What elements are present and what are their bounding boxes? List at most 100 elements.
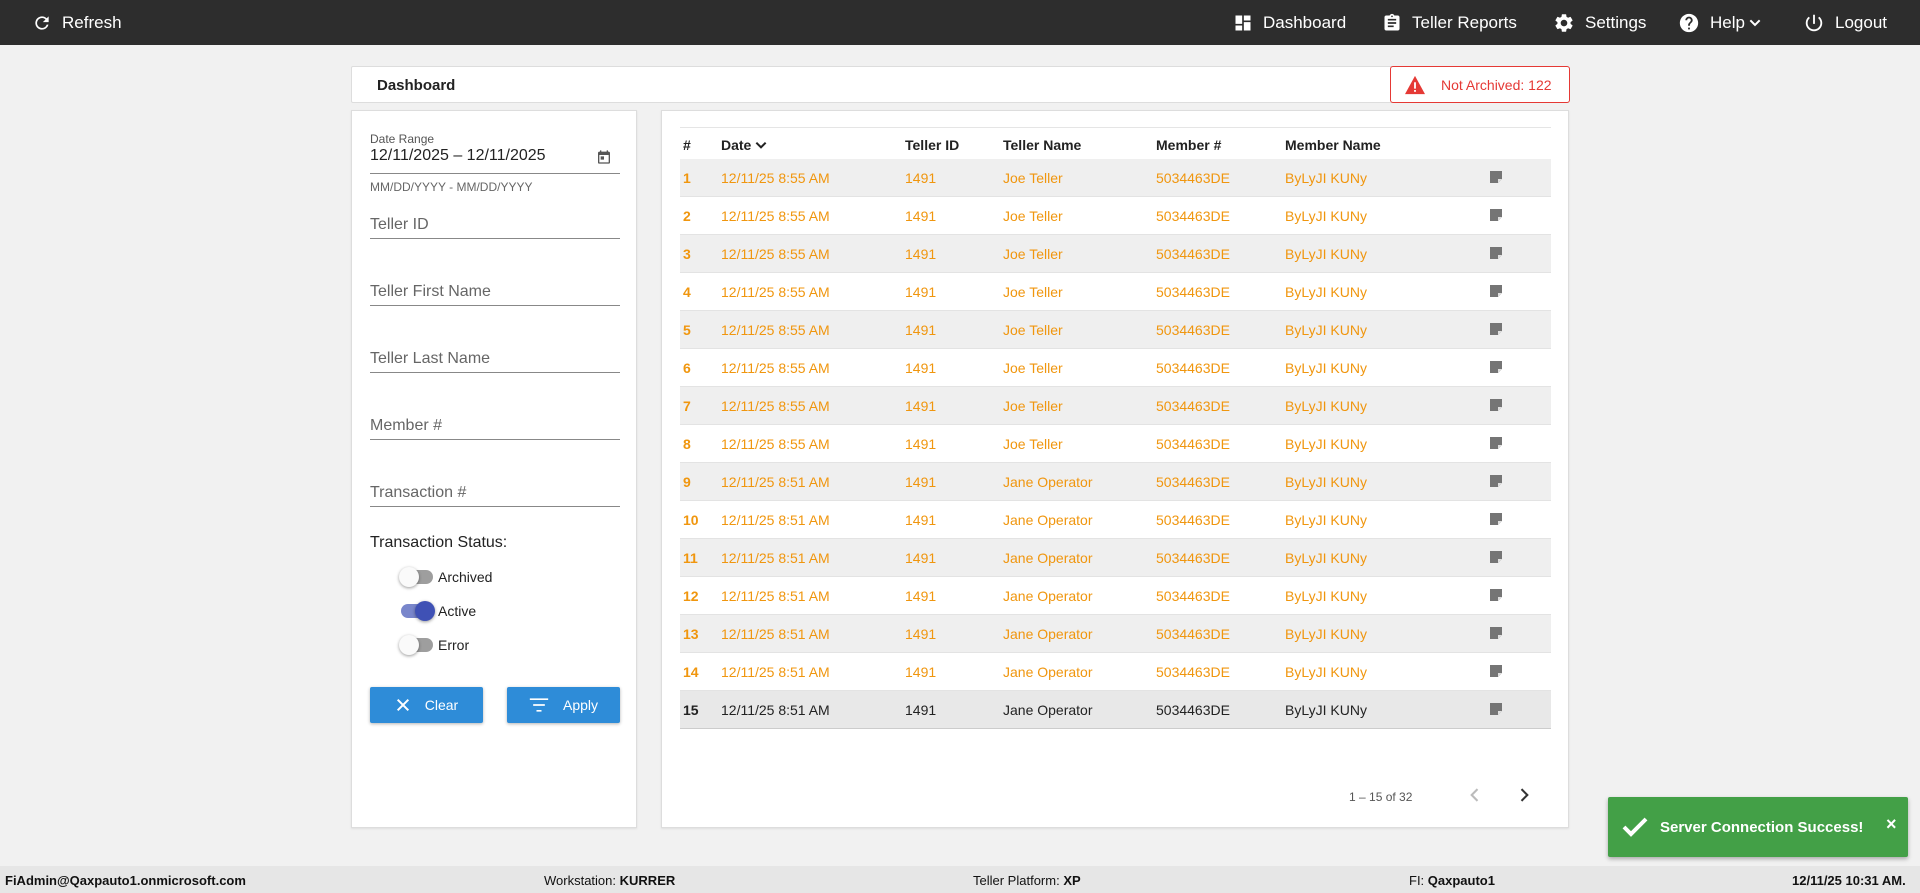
table-row[interactable]: 10 12/11/25 8:51 AM 1491 Jane Operator 50344… bbox=[680, 501, 1551, 539]
error-toggle[interactable] bbox=[399, 635, 435, 655]
logout-button[interactable]: Logout bbox=[1803, 0, 1887, 45]
table-row[interactable]: 3 12/11/25 8:55 AM 1491 Joe Teller 5034463DE… bbox=[680, 235, 1551, 273]
cell-number: 12 bbox=[683, 588, 699, 604]
note-icon[interactable] bbox=[1488, 169, 1504, 188]
date-range-input[interactable]: 12/11/2025 – 12/11/2025 bbox=[370, 147, 546, 165]
top-nav-bar: Refresh Dashboard Teller Reports Setting… bbox=[0, 0, 1920, 45]
cell-date: 12/11/25 8:51 AM bbox=[721, 626, 830, 642]
cell-member-number: 5034463DE bbox=[1156, 170, 1230, 186]
not-archived-badge[interactable]: Not Archived: 122 bbox=[1390, 66, 1570, 103]
cell-member-number: 5034463DE bbox=[1156, 398, 1230, 414]
cell-teller-id: 1491 bbox=[905, 626, 937, 642]
chevron-down-icon bbox=[1749, 19, 1761, 26]
archived-toggle[interactable] bbox=[399, 567, 435, 587]
clipboard-icon bbox=[1384, 13, 1400, 31]
cell-member-name: ByLyJI KUNy bbox=[1285, 208, 1367, 224]
nav-dashboard-label: Dashboard bbox=[1263, 12, 1347, 32]
nav-settings[interactable]: Settings bbox=[1553, 0, 1646, 45]
clear-button[interactable]: Clear bbox=[370, 687, 483, 723]
cell-member-name: ByLyJI KUNy bbox=[1285, 398, 1367, 414]
gear-icon bbox=[1555, 13, 1573, 32]
date-range-label: Date Range bbox=[370, 132, 435, 146]
table-row[interactable]: 14 12/11/25 8:51 AM 1491 Jane Operator 50344… bbox=[680, 653, 1551, 691]
table-row[interactable]: 7 12/11/25 8:55 AM 1491 Joe Teller 5034463DE… bbox=[680, 387, 1551, 425]
table-row[interactable]: 4 12/11/25 8:55 AM 1491 Joe Teller 5034463DE… bbox=[680, 273, 1551, 311]
help-icon bbox=[1679, 13, 1699, 32]
nav-help[interactable]: Help bbox=[1678, 0, 1763, 45]
cell-member-name: ByLyJI KUNy bbox=[1285, 246, 1367, 262]
cell-date: 12/11/25 8:55 AM bbox=[721, 246, 830, 262]
date-range-underline bbox=[370, 173, 620, 174]
note-icon[interactable] bbox=[1488, 473, 1504, 492]
header-teller-id[interactable]: Teller ID bbox=[905, 137, 959, 153]
cell-member-name: ByLyJI KUNy bbox=[1285, 284, 1367, 300]
table-row[interactable]: 13 12/11/25 8:51 AM 1491 Jane Operator 50344… bbox=[680, 615, 1551, 653]
cell-number: 10 bbox=[683, 512, 699, 528]
calendar-icon[interactable] bbox=[596, 149, 612, 165]
cell-date: 12/11/25 8:51 AM bbox=[721, 588, 830, 604]
teller-last-name-input[interactable] bbox=[370, 345, 620, 368]
note-icon[interactable] bbox=[1488, 397, 1504, 416]
cell-member-number: 5034463DE bbox=[1156, 626, 1230, 642]
member-number-input[interactable] bbox=[370, 412, 620, 435]
cell-teller-name: Jane Operator bbox=[1003, 550, 1093, 566]
table-row[interactable]: 9 12/11/25 8:51 AM 1491 Jane Operator 503446… bbox=[680, 463, 1551, 501]
header-date[interactable]: Date bbox=[721, 137, 768, 153]
table-row[interactable]: 2 12/11/25 8:55 AM 1491 Joe Teller 5034463DE… bbox=[680, 197, 1551, 235]
cell-date: 12/11/25 8:51 AM bbox=[721, 702, 830, 718]
header-number[interactable]: # bbox=[683, 137, 691, 153]
date-range-hint: MM/DD/YYYY - MM/DD/YYYY bbox=[370, 180, 533, 194]
status-datetime: 12/11/25 10:31 AM. bbox=[1792, 873, 1906, 888]
teller-first-name-input[interactable] bbox=[370, 278, 620, 301]
cell-teller-id: 1491 bbox=[905, 208, 937, 224]
table-header: # Date Teller ID Teller Name Member # Me… bbox=[680, 127, 1551, 159]
note-icon[interactable] bbox=[1488, 359, 1504, 378]
header-member-number[interactable]: Member # bbox=[1156, 137, 1221, 153]
status-user: FiAdmin@Qaxpauto1.onmicrosoft.com bbox=[5, 873, 246, 888]
note-icon[interactable] bbox=[1488, 283, 1504, 302]
error-toggle-label: Error bbox=[438, 637, 470, 653]
note-icon[interactable] bbox=[1488, 245, 1504, 264]
note-icon[interactable] bbox=[1488, 321, 1504, 340]
table-row[interactable]: 6 12/11/25 8:55 AM 1491 Joe Teller 5034463DE… bbox=[680, 349, 1551, 387]
note-icon[interactable] bbox=[1488, 587, 1504, 606]
teller-id-input[interactable] bbox=[370, 211, 620, 234]
cell-teller-name: Joe Teller bbox=[1003, 284, 1063, 300]
transaction-number-input[interactable] bbox=[370, 479, 620, 502]
table-row[interactable]: 12 12/11/25 8:51 AM 1491 Jane Operator 50344… bbox=[680, 577, 1551, 615]
next-page-icon[interactable] bbox=[1514, 785, 1534, 805]
table-row[interactable]: 5 12/11/25 8:55 AM 1491 Joe Teller 5034463DE… bbox=[680, 311, 1551, 349]
table-row[interactable]: 8 12/11/25 8:55 AM 1491 Joe Teller 5034463DE… bbox=[680, 425, 1551, 463]
member-number-field bbox=[370, 412, 620, 440]
cell-teller-id: 1491 bbox=[905, 474, 937, 490]
cell-teller-id: 1491 bbox=[905, 398, 937, 414]
nav-teller-reports[interactable]: Teller Reports bbox=[1382, 0, 1517, 45]
note-icon[interactable] bbox=[1488, 625, 1504, 644]
cell-member-number: 5034463DE bbox=[1156, 322, 1230, 338]
header-member-name[interactable]: Member Name bbox=[1285, 137, 1381, 153]
note-icon[interactable] bbox=[1488, 701, 1504, 720]
toast-close-button[interactable]: × bbox=[1886, 814, 1897, 835]
prev-page-icon[interactable] bbox=[1465, 785, 1485, 805]
cell-teller-name: Jane Operator bbox=[1003, 664, 1093, 680]
header-teller-name[interactable]: Teller Name bbox=[1003, 137, 1081, 153]
cell-number: 7 bbox=[683, 398, 691, 414]
nav-dashboard[interactable]: Dashboard bbox=[1233, 0, 1346, 45]
cell-teller-id: 1491 bbox=[905, 702, 937, 718]
table-row[interactable]: 11 12/11/25 8:51 AM 1491 Jane Operator 50344… bbox=[680, 539, 1551, 577]
note-icon[interactable] bbox=[1488, 511, 1504, 530]
note-icon[interactable] bbox=[1488, 549, 1504, 568]
note-icon[interactable] bbox=[1488, 435, 1504, 454]
table-row[interactable]: 15 12/11/25 8:51 AM 1491 Jane Operator 50344… bbox=[680, 691, 1551, 729]
cell-teller-name: Jane Operator bbox=[1003, 512, 1093, 528]
refresh-button[interactable]: Refresh bbox=[32, 0, 122, 45]
table-row[interactable]: 1 12/11/25 8:55 AM 1491 Joe Teller 5034463DE… bbox=[680, 159, 1551, 197]
nav-help-label: Help bbox=[1710, 12, 1745, 32]
cell-teller-name: Jane Operator bbox=[1003, 474, 1093, 490]
refresh-label: Refresh bbox=[62, 12, 122, 32]
cell-member-number: 5034463DE bbox=[1156, 702, 1230, 718]
apply-button[interactable]: Apply bbox=[507, 687, 620, 723]
active-toggle[interactable] bbox=[399, 601, 435, 621]
note-icon[interactable] bbox=[1488, 663, 1504, 682]
note-icon[interactable] bbox=[1488, 207, 1504, 226]
